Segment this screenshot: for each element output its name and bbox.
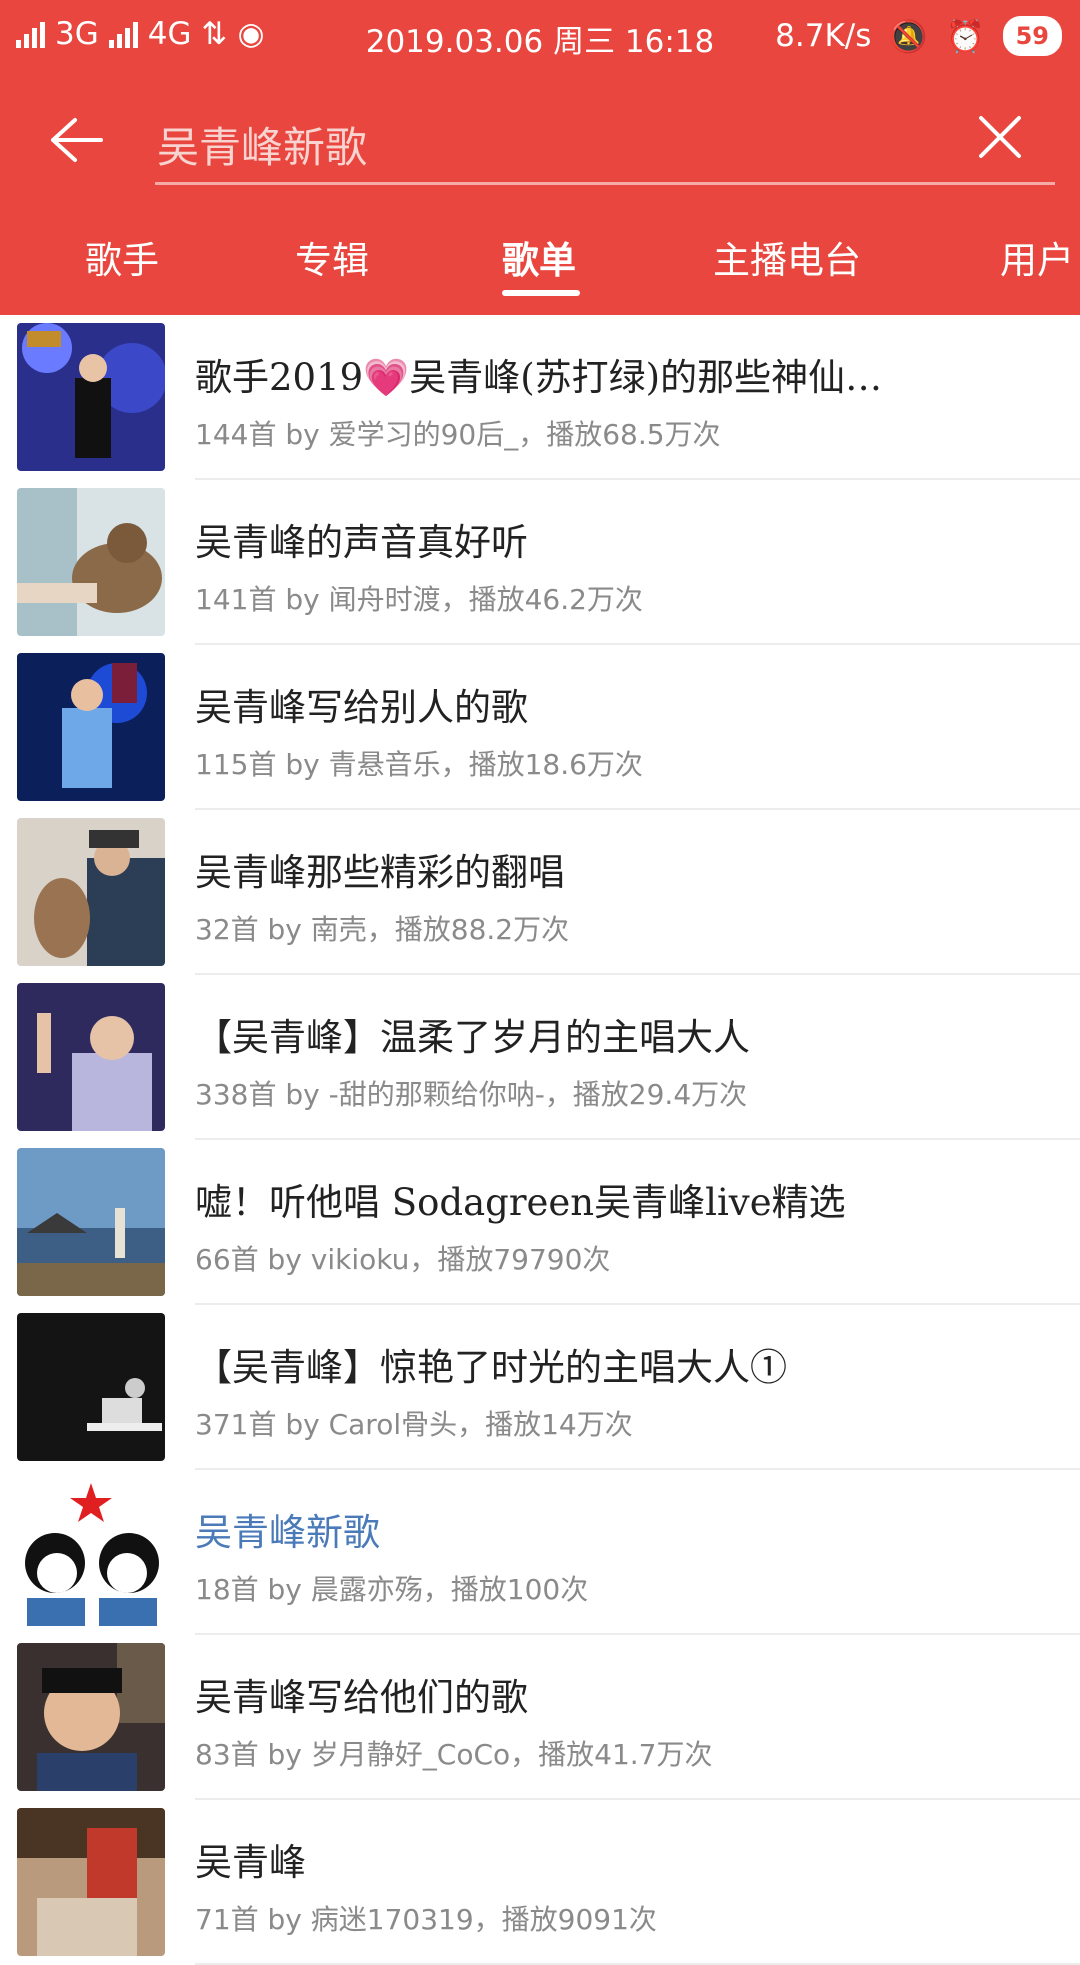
playlist-meta: 32首 by 南壳，播放88.2万次: [195, 913, 570, 946]
playlist-cover: [17, 818, 165, 966]
playlist-item[interactable]: 吴青峰 71首 by 病迷170319，播放9091次: [0, 1800, 1080, 1965]
tab-album[interactable]: 专辑: [295, 230, 369, 284]
playlist-cover: [17, 983, 165, 1131]
playlist-item[interactable]: 【吴青峰】惊艳了时光的主唱大人① 371首 by Carol骨头，播放14万次: [0, 1305, 1080, 1470]
playlist-cover: [17, 1478, 165, 1626]
playlist-title: 吴青峰写给别人的歌: [195, 686, 528, 729]
playlist-title: 【吴青峰】惊艳了时光的主唱大人①: [195, 1346, 787, 1389]
playlist-cover: [17, 488, 165, 636]
playlist-item[interactable]: 吴青峰写给别人的歌 115首 by 青悬音乐，播放18.6万次: [0, 645, 1080, 810]
playlist-meta: 18首 by 晨露亦殇，播放100次: [195, 1573, 589, 1606]
playlist-cover: [17, 1148, 165, 1296]
playlist-meta: 115首 by 青悬音乐，播放18.6万次: [195, 748, 643, 781]
close-icon[interactable]: [975, 112, 1025, 162]
playlist-item[interactable]: 嘘！听他唱 Sodagreen吴青峰live精选 66首 by vikioku，…: [0, 1140, 1080, 1305]
playlist-item[interactable]: 歌手2019💗吴青峰(苏打绿)的那些神仙… 144首 by 爱学习的90后_，播…: [0, 315, 1080, 480]
playlist-item[interactable]: 吴青峰的声音真好听 141首 by 闻舟时渡，播放46.2万次: [0, 480, 1080, 645]
playlist-title: 吴青峰: [195, 1841, 306, 1884]
playlist-item[interactable]: 吴青峰写给他们的歌 83首 by 岁月静好_CoCo，播放41.7万次: [0, 1635, 1080, 1800]
alarm-icon: ⏰: [945, 18, 985, 55]
playlist-item[interactable]: 吴青峰那些精彩的翻唱 32首 by 南壳，播放88.2万次: [0, 810, 1080, 975]
playlist-item[interactable]: 【吴青峰】温柔了岁月的主唱大人 338首 by -甜的那颗给你呐-，播放29.4…: [0, 975, 1080, 1140]
active-tab-indicator: [502, 290, 580, 296]
playlist-cover: [17, 1808, 165, 1956]
playlist-title: 吴青峰的声音真好听: [195, 521, 528, 564]
playlist-meta: 66首 by vikioku，播放79790次: [195, 1243, 611, 1276]
back-arrow-icon[interactable]: [45, 110, 105, 170]
playlist-meta: 144首 by 爱学习的90后_，播放68.5万次: [195, 418, 721, 451]
battery-icon: 59: [1002, 16, 1062, 56]
playlist-results: 歌手2019💗吴青峰(苏打绿)的那些神仙… 144首 by 爱学习的90后_，播…: [0, 315, 1080, 1965]
search-input[interactable]: [155, 108, 1059, 180]
playlist-title: 吴青峰写给他们的歌: [195, 1676, 528, 1719]
status-bar: 3G 4G ⇅ ◉ 2019.03.06 周三 16:18 8.7K/s 🔕 ⏰…: [0, 0, 1080, 70]
tab-singer[interactable]: 歌手: [85, 230, 159, 284]
playlist-cover: [17, 323, 165, 471]
playlist-title: 吴青峰新歌: [195, 1511, 380, 1554]
playlist-meta: 141首 by 闻舟时渡，播放46.2万次: [195, 583, 643, 616]
playlist-cover: [17, 1643, 165, 1791]
search-underline: [155, 182, 1055, 185]
tab-radio[interactable]: 主播电台: [713, 230, 861, 284]
tab-bar: 歌手 专辑 歌单 主播电台 用户: [0, 230, 1080, 310]
tab-user[interactable]: 用户: [1000, 230, 1074, 284]
playlist-title: 歌手2019💗吴青峰(苏打绿)的那些神仙…: [195, 356, 883, 399]
playlist-title: 吴青峰那些精彩的翻唱: [195, 851, 565, 894]
playlist-title: 【吴青峰】温柔了岁月的主唱大人: [195, 1016, 750, 1059]
network-speed: 8.7K/s: [775, 18, 872, 54]
playlist-cover: [17, 1313, 165, 1461]
playlist-meta: 71首 by 病迷170319，播放9091次: [195, 1903, 657, 1936]
playlist-item[interactable]: 吴青峰新歌 18首 by 晨露亦殇，播放100次: [0, 1470, 1080, 1635]
playlist-meta: 338首 by -甜的那颗给你呐-，播放29.4万次: [195, 1078, 748, 1111]
playlist-meta: 83首 by 岁月静好_CoCo，播放41.7万次: [195, 1738, 713, 1771]
playlist-cover: [17, 653, 165, 801]
playlist-title: 嘘！听他唱 Sodagreen吴青峰live精选: [195, 1181, 846, 1224]
search-bar: [0, 90, 1080, 200]
mute-icon: 🔕: [889, 18, 928, 55]
tab-playlist[interactable]: 歌单: [502, 230, 576, 284]
playlist-meta: 371首 by Carol骨头，播放14万次: [195, 1408, 633, 1441]
